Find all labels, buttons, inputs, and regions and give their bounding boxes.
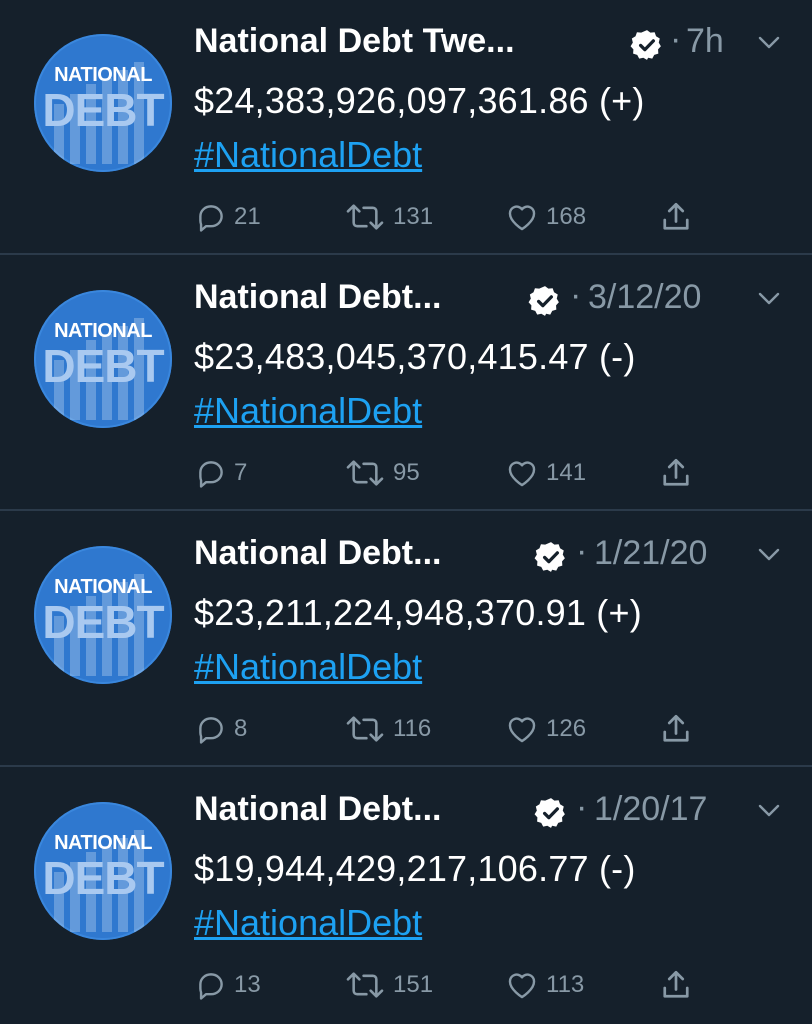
- retweet-icon: [346, 716, 384, 742]
- reply-button[interactable]: 13: [194, 963, 261, 1007]
- hashtag-link[interactable]: #NationalDebt: [194, 390, 422, 432]
- tweet-actions: 8 116 126: [0, 707, 812, 751]
- retweet-button[interactable]: 151: [343, 963, 433, 1007]
- avatar[interactable]: NATIONAL DEBT: [34, 34, 172, 172]
- verified-badge-icon: [534, 798, 565, 828]
- avatar[interactable]: NATIONAL DEBT: [34, 546, 172, 684]
- retweet-count: 131: [393, 203, 434, 230]
- chevron-down-icon[interactable]: [758, 36, 780, 50]
- like-count: 168: [546, 203, 587, 230]
- chevron-down-icon[interactable]: [758, 548, 780, 562]
- hashtag-link[interactable]: #NationalDebt: [194, 902, 422, 944]
- display-name[interactable]: National Debt Twe...: [194, 22, 515, 61]
- share-icon: [663, 970, 689, 998]
- heart-icon: [508, 973, 536, 999]
- timestamp[interactable]: 1/20/17: [594, 790, 707, 829]
- reply-count: 7: [234, 459, 248, 486]
- display-name[interactable]: National Debt...: [194, 534, 441, 573]
- like-button[interactable]: 113: [504, 963, 584, 1007]
- retweet-count: 95: [393, 459, 420, 486]
- avatar-text-debt: DEBT: [42, 852, 164, 904]
- avatar-text-debt: DEBT: [42, 340, 164, 392]
- retweet-count: 116: [393, 715, 432, 742]
- heart-icon: [508, 461, 536, 487]
- verified-badge-icon: [528, 286, 559, 316]
- tweet-text: $19,944,429,217,106.77 (-): [194, 848, 636, 889]
- tweet-text: $24,383,926,097,361.86 (+): [194, 80, 645, 121]
- tweet-actions: 21 131 168: [0, 195, 812, 239]
- like-count: 113: [546, 971, 585, 998]
- retweet-button[interactable]: 131: [343, 195, 433, 239]
- retweet-button[interactable]: 116: [343, 707, 431, 751]
- chevron-down-icon[interactable]: [758, 804, 780, 818]
- display-name[interactable]: National Debt...: [194, 278, 441, 317]
- share-button[interactable]: [656, 451, 696, 495]
- tweet-actions: 13 151 113: [0, 963, 812, 1007]
- tweet[interactable]: NATIONAL DEBT National Debt... · 1/21/20…: [0, 512, 812, 767]
- share-button[interactable]: [656, 707, 696, 751]
- avatar-text-debt: DEBT: [42, 596, 164, 648]
- reply-count: 8: [234, 715, 248, 742]
- verified-badge-icon: [630, 30, 661, 60]
- avatar-text-debt: DEBT: [42, 84, 164, 136]
- retweet-button[interactable]: 95: [343, 451, 420, 495]
- tweet-text: $23,211,224,948,370.91 (+): [194, 592, 642, 633]
- reply-icon: [199, 205, 223, 232]
- share-icon: [663, 202, 689, 230]
- heart-icon: [508, 205, 536, 231]
- retweet-icon: [346, 460, 384, 486]
- reply-count: 13: [234, 971, 261, 998]
- avatar[interactable]: NATIONAL DEBT: [34, 290, 172, 428]
- tweet-actions: 7 95 141: [0, 451, 812, 495]
- reply-icon: [199, 973, 223, 1000]
- reply-count: 21: [234, 203, 261, 230]
- verified-badge-icon: [534, 542, 565, 572]
- tweet-text: $23,483,045,370,415.47 (-): [194, 336, 636, 377]
- reply-button[interactable]: 8: [194, 707, 247, 751]
- heart-icon: [508, 717, 536, 743]
- tweet[interactable]: NATIONAL DEBT National Debt... · 3/12/20…: [0, 256, 812, 511]
- timestamp[interactable]: 3/12/20: [588, 278, 701, 317]
- separator-dot: ·: [570, 276, 582, 314]
- like-count: 141: [546, 459, 587, 486]
- reply-button[interactable]: 21: [194, 195, 261, 239]
- tweet[interactable]: NATIONAL DEBT National Debt Twe... · 7h …: [0, 0, 812, 255]
- reply-button[interactable]: 7: [194, 451, 247, 495]
- timestamp[interactable]: 7h: [686, 22, 724, 61]
- share-button[interactable]: [656, 963, 696, 1007]
- retweet-count: 151: [393, 971, 434, 998]
- like-button[interactable]: 168: [504, 195, 586, 239]
- hashtag-link[interactable]: #NationalDebt: [194, 646, 422, 688]
- display-name[interactable]: National Debt...: [194, 790, 441, 829]
- share-button[interactable]: [656, 195, 696, 239]
- separator-dot: ·: [670, 20, 682, 58]
- like-count: 126: [546, 715, 587, 742]
- retweet-icon: [346, 204, 384, 230]
- timestamp[interactable]: 1/21/20: [594, 534, 707, 573]
- separator-dot: ·: [576, 532, 588, 570]
- reply-icon: [199, 717, 223, 744]
- share-icon: [663, 714, 689, 742]
- share-icon: [663, 458, 689, 486]
- reply-icon: [199, 461, 223, 488]
- avatar[interactable]: NATIONAL DEBT: [34, 802, 172, 940]
- hashtag-link[interactable]: #NationalDebt: [194, 134, 422, 176]
- like-button[interactable]: 141: [504, 451, 586, 495]
- like-button[interactable]: 126: [504, 707, 586, 751]
- tweet-feed: NATIONAL DEBT National Debt Twe... · 7h …: [0, 0, 812, 1024]
- separator-dot: ·: [576, 788, 588, 826]
- tweet[interactable]: NATIONAL DEBT National Debt... · 1/20/17…: [0, 768, 812, 1024]
- retweet-icon: [346, 972, 384, 998]
- chevron-down-icon[interactable]: [758, 292, 780, 306]
